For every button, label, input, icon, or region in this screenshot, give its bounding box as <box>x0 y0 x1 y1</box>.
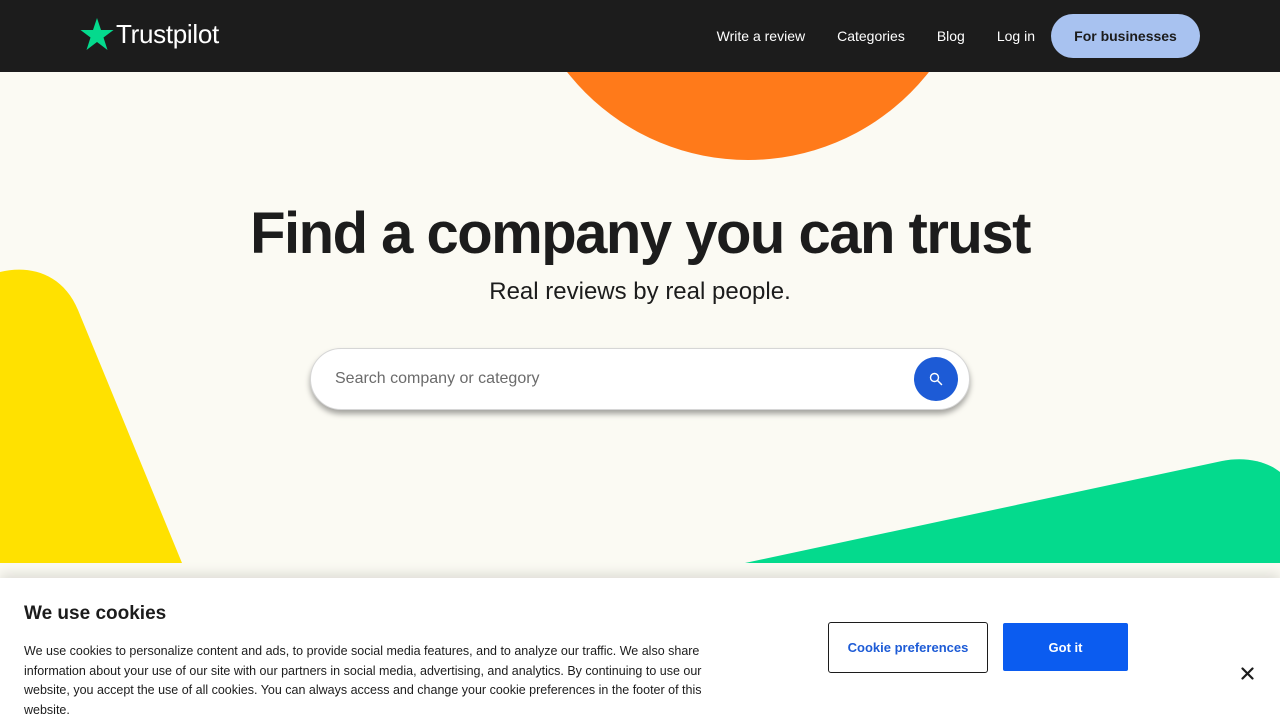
cookie-banner: We use cookies We use cookies to persona… <box>0 578 1280 720</box>
orange-circle-shape <box>567 72 929 160</box>
search-button[interactable] <box>914 357 958 401</box>
nav-categories[interactable]: Categories <box>837 28 905 44</box>
green-shape <box>745 459 1280 563</box>
cookie-text: We use cookies to personalize content an… <box>24 644 702 717</box>
search-input[interactable] <box>335 349 905 409</box>
hero-decoration <box>0 72 1280 563</box>
trustpilot-logo[interactable]: Trustpilot <box>80 17 219 51</box>
cookie-preferences-button[interactable]: Cookie preferences <box>828 622 988 673</box>
for-businesses-button[interactable]: For businesses <box>1051 14 1200 58</box>
main-nav: Write a review Categories Blog Log in Fo… <box>717 14 1200 58</box>
logo-text: Trustpilot <box>116 18 219 49</box>
nav-blog[interactable]: Blog <box>937 28 965 44</box>
site-header: Trustpilot Write a review Categories Blo… <box>0 0 1280 72</box>
close-icon <box>1240 666 1254 680</box>
accept-cookies-button[interactable]: Got it <box>1003 623 1128 671</box>
nav-login[interactable]: Log in <box>997 28 1035 44</box>
hero-subtitle: Real reviews by real people. <box>489 278 791 305</box>
cookie-title: We use cookies <box>24 603 167 624</box>
nav-write-review[interactable]: Write a review <box>717 28 805 44</box>
search-bar <box>310 348 970 410</box>
search-icon <box>929 372 943 386</box>
hero-title: Find a company you can trust <box>250 201 1031 266</box>
yellow-shape <box>0 269 182 563</box>
close-cookie-banner-button[interactable] <box>1237 663 1257 683</box>
star-icon <box>80 18 114 50</box>
hero-section: Find a company you can trust Real review… <box>0 72 1280 563</box>
